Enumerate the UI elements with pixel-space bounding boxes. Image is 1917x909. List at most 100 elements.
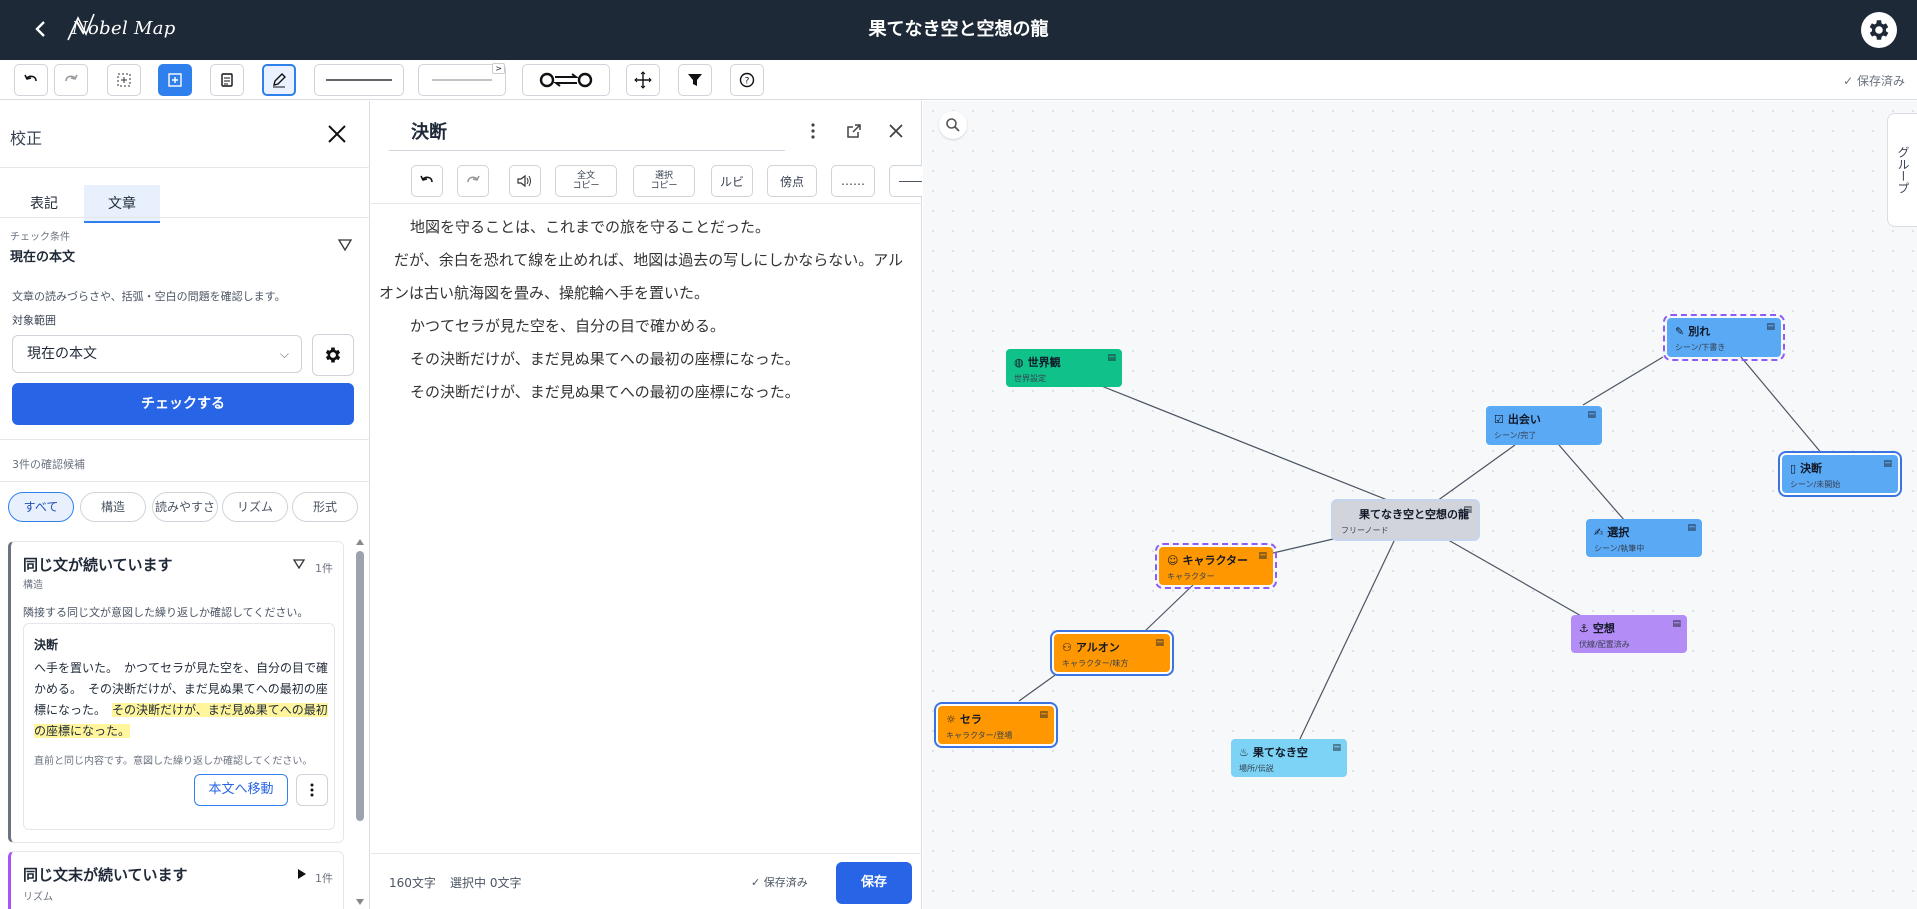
- node-subtitle: シーン/下書き: [1675, 343, 1726, 352]
- external-link-icon: [847, 124, 861, 138]
- node-subtitle: キャラクター/登場: [946, 731, 1013, 740]
- selected-count: 選択中 0文字: [450, 876, 522, 890]
- app-header: Nobel Map 果てなき空と空想の龍: [0, 0, 1917, 60]
- editor-menu-button[interactable]: [801, 119, 825, 143]
- collapse-toggle[interactable]: [292, 558, 306, 573]
- range-settings-button[interactable]: [312, 334, 354, 376]
- map-node-decision[interactable]: ▯ 決断 シーン/未開始 ▤: [1782, 455, 1898, 493]
- editor-redo-button[interactable]: [457, 165, 489, 197]
- pen-button[interactable]: [262, 64, 296, 96]
- add-node-button[interactable]: [158, 64, 192, 96]
- issue-category: 構造: [23, 580, 43, 591]
- settings-button[interactable]: [1861, 12, 1897, 48]
- map-canvas[interactable]: グループ ◍ 世界観 世界設定 ▤ ☑ 出会い シーン/完了 ▤ ✎ 別れ シーン/下…: [923, 101, 1917, 909]
- open-external-button[interactable]: [842, 119, 866, 143]
- bidirectional-link-button[interactable]: [522, 64, 610, 96]
- triangle-right-icon: [298, 869, 306, 879]
- map-node-character[interactable]: ☺ キャラクター キャラクター ▤: [1155, 543, 1277, 589]
- doc-icon: ▤: [1039, 710, 1048, 720]
- chip-format[interactable]: 形式: [292, 492, 358, 522]
- editor-undo-button[interactable]: [411, 165, 443, 197]
- gear-icon: [325, 347, 341, 363]
- gear-icon: [1869, 20, 1889, 40]
- doc-icon: ▤: [1258, 551, 1267, 561]
- goto-text-button[interactable]: 本文へ移動: [194, 774, 288, 806]
- document-button[interactable]: [210, 64, 244, 96]
- close-panel-button[interactable]: [324, 121, 350, 147]
- map-node-alon[interactable]: ⚇ アルオン キャラクター/味方 ▤: [1054, 634, 1170, 672]
- ruby-button[interactable]: ルビ: [711, 165, 753, 197]
- map-node-fantasy[interactable]: ⚓ 空想 伏線/配置済み ▤: [1571, 615, 1687, 653]
- proofread-panel: 校正 表記 文章 チェック条件 現在の本文 文章の読みづらさや、括弧・空白の問題…: [0, 101, 370, 909]
- undo-button[interactable]: [14, 64, 48, 96]
- node-title: 決断: [1800, 462, 1823, 475]
- document-icon: [221, 73, 233, 87]
- editor-title: 決断: [411, 122, 447, 143]
- node-subtitle: キャラクター/味方: [1062, 659, 1129, 668]
- close-editor-button[interactable]: [884, 119, 908, 143]
- help-button[interactable]: ?: [730, 64, 764, 96]
- check-icon: ✓: [1843, 74, 1857, 88]
- map-node-world[interactable]: ◍ 世界観 世界設定 ▤: [1006, 349, 1122, 387]
- map-node-meet[interactable]: ☑ 出会い シーン/完了 ▤: [1486, 406, 1602, 445]
- map-search-button[interactable]: [939, 111, 967, 139]
- doc-icon: ▤: [1672, 619, 1681, 629]
- triangle-down-icon: [292, 559, 306, 570]
- line-style-thin-button[interactable]: >: [418, 63, 506, 96]
- node-title: 世界観: [1027, 356, 1061, 369]
- chip-all[interactable]: すべて: [8, 492, 74, 522]
- node-subtitle: フリーノード: [1341, 526, 1389, 535]
- edge-center-meet: [1436, 444, 1516, 502]
- map-node-sky[interactable]: ♨ 果てなき空 場所/伝説 ▤: [1231, 739, 1347, 777]
- doc-icon: ▤: [1332, 743, 1341, 753]
- node-title: 選択: [1607, 526, 1630, 539]
- redo-button[interactable]: [54, 64, 88, 96]
- condition-filter-button[interactable]: [337, 238, 353, 256]
- back-button[interactable]: [28, 16, 54, 42]
- read-aloud-button[interactable]: [509, 165, 541, 197]
- edge-center-sky: [1298, 538, 1396, 742]
- chip-structure[interactable]: 構造: [80, 492, 146, 522]
- map-node-sera[interactable]: ☼ セラ キャラクター/登場 ▤: [938, 706, 1054, 744]
- map-node-center[interactable]: 果てなき空と空想の龍 フリーノード ▤: [1333, 501, 1478, 539]
- run-check-button[interactable]: チェックする: [12, 383, 354, 425]
- grid-snap-button[interactable]: [107, 64, 141, 96]
- text-editor-panel: 決断 全文 コピー 選択 コピー ルビ 傍点 …… ―― 地図を守ることは、これ…: [371, 101, 922, 909]
- chip-readability[interactable]: 読みやすさ: [152, 492, 218, 522]
- redo-icon: [467, 175, 480, 183]
- ellipsis-button[interactable]: ……: [831, 165, 875, 197]
- scrollbar-thumb[interactable]: [356, 551, 364, 821]
- map-node-parting[interactable]: ✎ 別れ シーン/下書き ▤: [1663, 314, 1785, 361]
- undo-icon: [24, 74, 37, 82]
- chip-rhythm[interactable]: リズム: [222, 492, 288, 522]
- redo-icon: [65, 74, 78, 82]
- app-logo: Nobel Map: [67, 13, 175, 41]
- filter-button[interactable]: [678, 64, 712, 96]
- issue-more-button[interactable]: [296, 774, 328, 806]
- node-title: 果てなき空と空想の龍: [1359, 508, 1469, 521]
- divider: [371, 853, 922, 854]
- node-title: キャラクター: [1182, 554, 1249, 567]
- range-value: 現在の本文: [27, 346, 97, 362]
- bidirectional-link-icon: [539, 72, 593, 88]
- anchor-icon: ⚓: [1579, 621, 1589, 635]
- node-subtitle: シーン/未開始: [1790, 480, 1841, 489]
- divider: [0, 481, 370, 482]
- node-subtitle: 場所/伝説: [1239, 764, 1274, 773]
- copy-selection-button[interactable]: 選択 コピー: [633, 165, 695, 197]
- save-button[interactable]: 保存: [836, 862, 912, 904]
- move-button[interactable]: [626, 64, 660, 96]
- emphasis-dots-button[interactable]: 傍点: [767, 165, 817, 197]
- line-style-solid-button[interactable]: [314, 64, 404, 96]
- dash-button[interactable]: ――: [889, 165, 922, 197]
- expand-toggle[interactable]: [297, 868, 307, 883]
- copy-all-button[interactable]: 全文 コピー: [555, 165, 617, 197]
- edge-alon-sera: [1018, 672, 1059, 702]
- map-node-choice[interactable]: ✍ 選択 シーン/執筆中 ▤: [1586, 519, 1702, 557]
- range-select[interactable]: 現在の本文 ⌵: [12, 335, 302, 373]
- divider: [0, 217, 370, 218]
- group-panel-tab[interactable]: グループ: [1887, 113, 1917, 227]
- editor-body[interactable]: 地図を守ることは、これまでの旅を守ることだった。 だが、余白を恐れて線を止めれば…: [379, 211, 905, 409]
- issue-count: 1件: [315, 562, 333, 575]
- globe-icon: ◍: [1014, 355, 1024, 369]
